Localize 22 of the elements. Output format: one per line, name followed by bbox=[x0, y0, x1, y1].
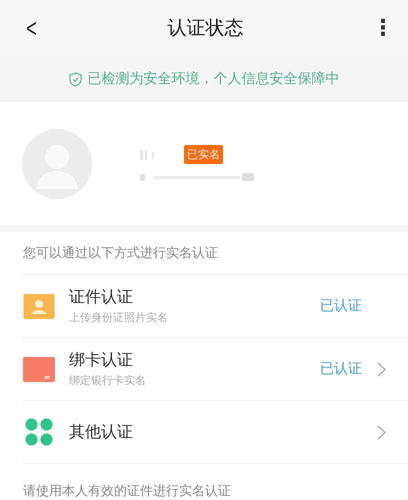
back-button[interactable]: < bbox=[26, 12, 37, 44]
method-title: 其他认证 bbox=[69, 422, 134, 442]
section-title: 您可以通过以下方式进行实名认证 bbox=[23, 232, 408, 275]
security-text: 已检测为安全环境，个人信息安全保障中 bbox=[88, 70, 340, 88]
id-card-icon bbox=[23, 294, 55, 318]
page-title: 认证状态 bbox=[168, 16, 244, 41]
four-dots-icon bbox=[23, 418, 55, 446]
method-subtitle: 上传身份证照片实名 bbox=[69, 310, 169, 325]
status-text: 已认证 bbox=[320, 297, 362, 315]
bank-card-icon bbox=[23, 356, 55, 382]
status-text: 已认证 bbox=[320, 360, 362, 378]
footer-note: 请使用本人有效的证件进行实名认证 bbox=[23, 483, 232, 500]
method-subtitle: 绑定银行卡实名 bbox=[69, 373, 147, 388]
obscured-name-drawing bbox=[140, 150, 154, 160]
method-title: 绑卡认证 bbox=[69, 350, 134, 371]
verification-method-item[interactable]: 绑卡认证 绑定银行卡实名 已认证 bbox=[23, 338, 408, 401]
verification-method-item[interactable]: 证件认证 上传身份证照片实名 已认证 bbox=[23, 275, 408, 338]
more-button[interactable]: ⋮ bbox=[372, 16, 394, 40]
verified-badge: 已实名 bbox=[184, 145, 223, 164]
shield-check-icon bbox=[68, 72, 82, 86]
verification-method-item[interactable]: 其他认证 bbox=[23, 401, 408, 464]
method-title: 证件认证 bbox=[69, 287, 134, 308]
